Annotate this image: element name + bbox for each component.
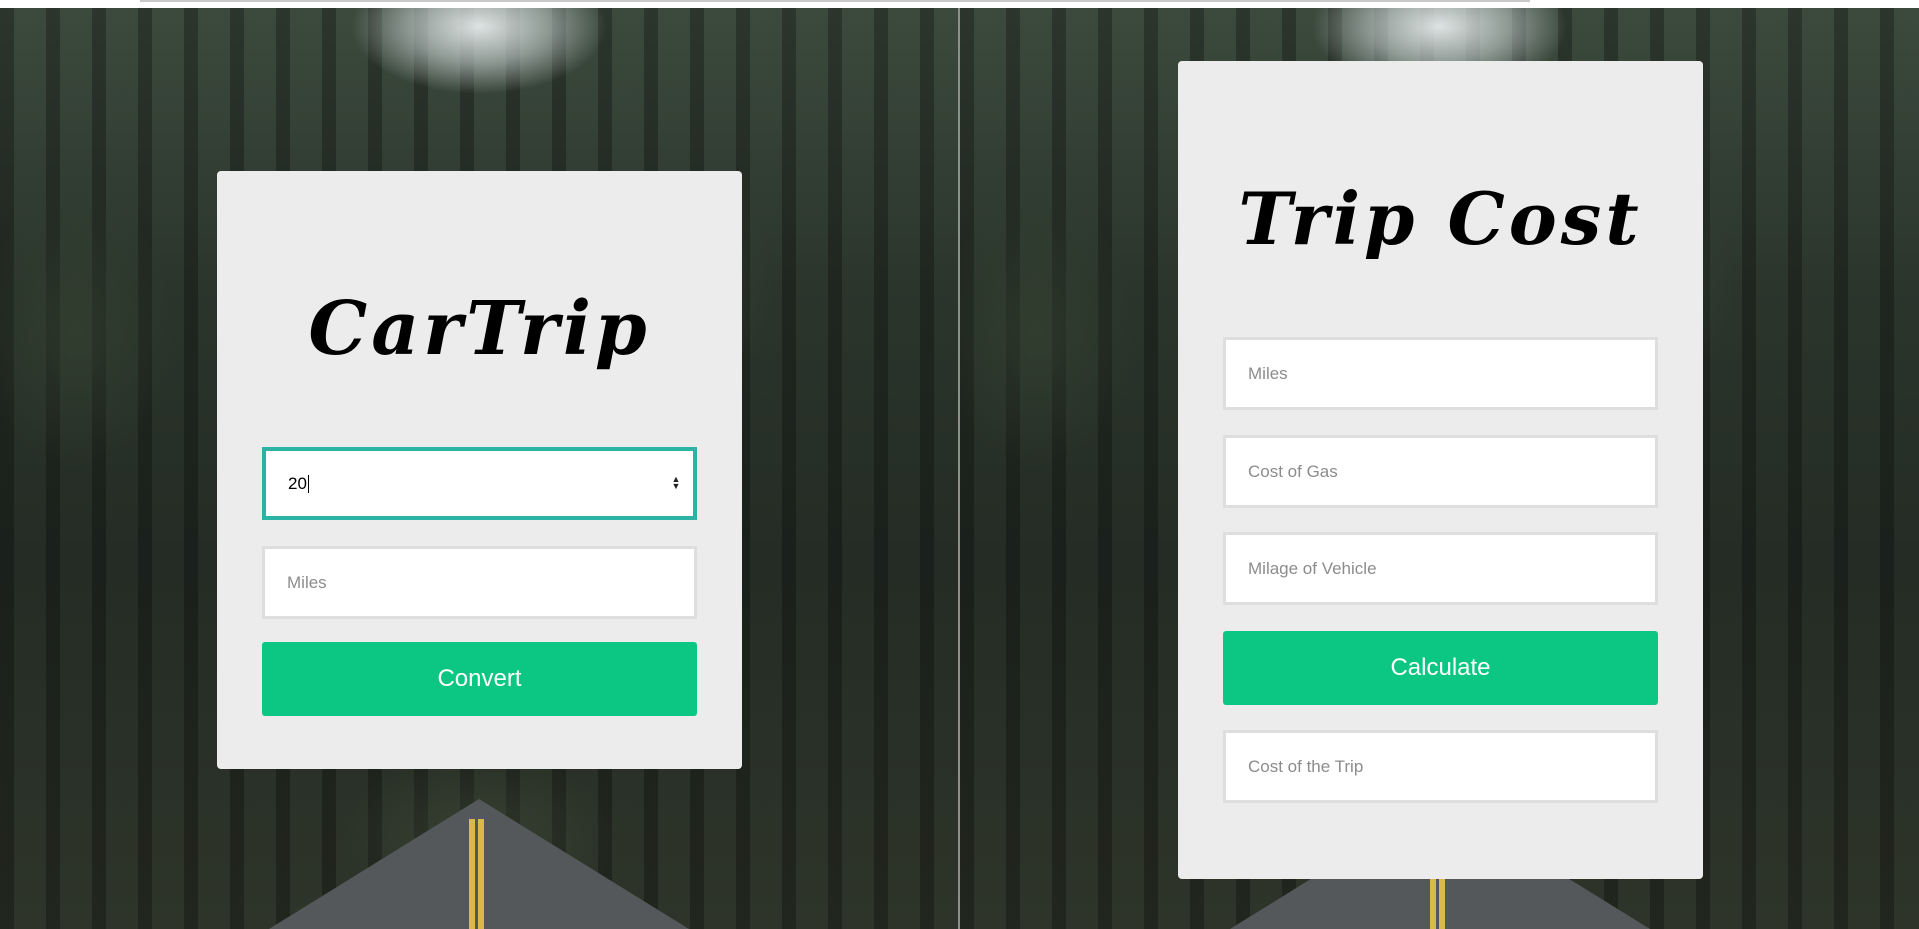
gas-cost-input[interactable]: Cost of Gas: [1223, 435, 1658, 508]
number-spinner[interactable]: ▲ ▼: [671, 474, 681, 492]
miles-output-placeholder: Miles: [287, 572, 327, 592]
miles-input-placeholder: Miles: [1248, 363, 1288, 383]
miles-input[interactable]: Miles: [1223, 337, 1658, 410]
road-image: [264, 799, 694, 929]
miles-output-field[interactable]: Miles: [262, 546, 697, 619]
milage-placeholder: Milage of Vehicle: [1248, 558, 1377, 578]
converter-title: CarTrip: [308, 286, 651, 372]
left-pane: CarTrip 20 ▲ ▼ Miles Convert: [0, 8, 958, 929]
convert-button[interactable]: Convert: [262, 642, 697, 716]
converter-card: CarTrip 20 ▲ ▼ Miles Convert: [217, 171, 742, 769]
calculate-button[interactable]: Calculate: [1223, 631, 1658, 705]
trip-cost-title: Trip Cost: [1238, 176, 1643, 261]
progress-bar: [140, 0, 1530, 2]
trip-cost-result-placeholder: Cost of the Trip: [1248, 756, 1364, 776]
right-pane: Trip Cost Miles Cost of Gas Milage of Ve…: [960, 8, 1919, 929]
milage-input[interactable]: Milage of Vehicle: [1223, 532, 1658, 605]
gas-cost-placeholder: Cost of Gas: [1248, 461, 1338, 481]
number-input-value: 20: [288, 473, 307, 493]
trip-cost-card: Trip Cost Miles Cost of Gas Milage of Ve…: [1178, 61, 1703, 879]
trip-cost-result-field[interactable]: Cost of the Trip: [1223, 730, 1658, 803]
number-input[interactable]: 20 ▲ ▼: [262, 447, 697, 520]
browser-top-strip: [0, 0, 1919, 8]
